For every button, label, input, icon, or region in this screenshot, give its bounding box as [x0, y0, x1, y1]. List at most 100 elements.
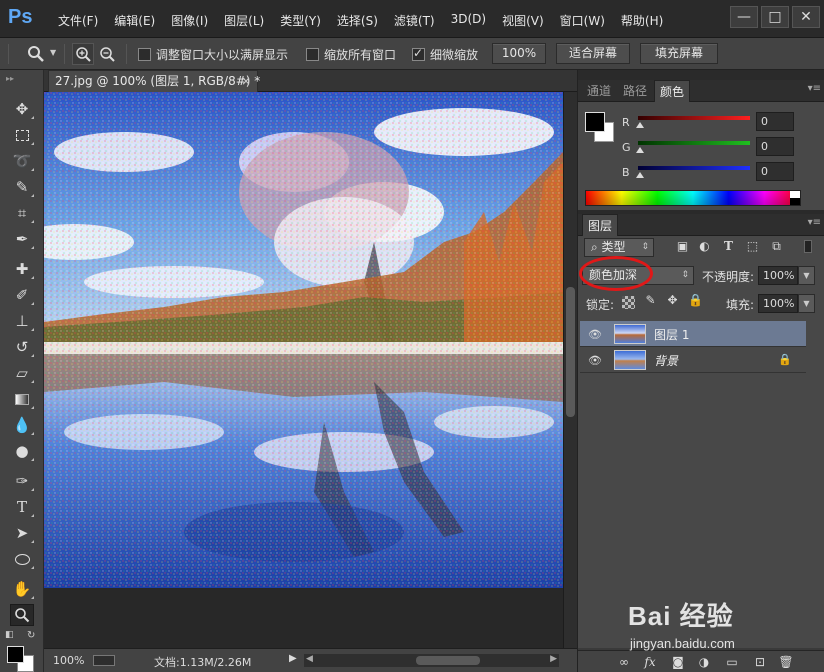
color-spectrum-ramp[interactable]	[585, 190, 801, 206]
swap-colors-icon[interactable]: ↻	[27, 630, 35, 641]
healing-brush-tool-icon[interactable]: ✚	[10, 258, 34, 280]
visibility-eye-icon[interactable]: 👁	[588, 354, 602, 367]
filter-toggle-switch[interactable]	[804, 240, 812, 253]
dodge-tool-icon[interactable]: ●	[10, 440, 34, 462]
zoom-level[interactable]: 100%	[53, 654, 84, 667]
green-value[interactable]: 0	[756, 137, 794, 156]
menu-filter[interactable]: 滤镜(T)	[386, 12, 443, 29]
zoom-tool-preset-icon[interactable]	[26, 44, 46, 64]
lock-position-icon[interactable]: ✥	[666, 294, 679, 307]
lock-all-icon[interactable]: 🔒	[688, 294, 703, 307]
type-filter-icon[interactable]: T	[722, 240, 735, 253]
lock-transparent-pixels-icon[interactable]	[622, 296, 635, 309]
pen-tool-icon[interactable]: ✑	[10, 470, 34, 492]
lasso-tool-icon[interactable]: ➰	[10, 150, 34, 172]
mask-icon[interactable]: ◙	[670, 654, 686, 670]
vertical-scrollbar[interactable]	[563, 92, 577, 648]
brush-tool-icon[interactable]: ✐	[10, 284, 34, 306]
blur-tool-icon[interactable]: 💧	[10, 414, 34, 436]
layer-row-background[interactable]: 👁 背景 🔒	[580, 347, 806, 373]
menu-type[interactable]: 类型(Y)	[272, 12, 329, 29]
fit-screen-button[interactable]: 适合屏幕	[556, 43, 630, 64]
visibility-eye-icon[interactable]: 👁	[588, 328, 602, 341]
tab-paths[interactable]: 路径	[618, 80, 652, 102]
pixel-filter-icon[interactable]: ▣	[676, 240, 689, 253]
default-colors-icon[interactable]: ◧	[5, 630, 14, 640]
status-menu-arrow-icon[interactable]: ▶	[289, 653, 297, 664]
blue-value[interactable]: 0	[756, 162, 794, 181]
zoom-out-button[interactable]	[96, 43, 118, 65]
clone-stamp-tool-icon[interactable]: ⊥	[10, 310, 34, 332]
trash-icon[interactable]: 🗑	[778, 654, 794, 670]
layer-name[interactable]: 背景	[654, 352, 678, 369]
red-slider-knob[interactable]	[636, 122, 644, 128]
path-select-tool-icon[interactable]: ➤	[10, 522, 34, 544]
green-slider-knob[interactable]	[636, 147, 644, 153]
shape-filter-icon[interactable]: ⬚	[746, 240, 759, 253]
marquee-tool-icon[interactable]	[10, 124, 34, 146]
blue-slider[interactable]	[638, 166, 750, 170]
link-icon[interactable]: ∞	[616, 654, 632, 670]
chevron-down-icon[interactable]: ▼	[50, 48, 56, 57]
checkbox-box[interactable]	[138, 48, 151, 61]
tab-color[interactable]: 颜色	[654, 80, 691, 102]
red-value[interactable]: 0	[756, 112, 794, 131]
menu-layer[interactable]: 图层(L)	[216, 12, 272, 29]
resize-windows-checkbox[interactable]: 调整窗口大小以满屏显示	[138, 46, 288, 63]
crop-tool-icon[interactable]: ⌗	[10, 202, 34, 224]
panel-menu-icon[interactable]: ▾≡	[808, 83, 821, 94]
fill-screen-button[interactable]: 填充屏幕	[640, 43, 718, 64]
panel-menu-icon[interactable]: ▾≡	[808, 217, 821, 228]
blend-mode-select[interactable]: 颜色加深 ⇕	[582, 266, 694, 285]
menu-window[interactable]: 窗口(W)	[552, 12, 613, 29]
layer-row-layer1[interactable]: 👁 图层 1	[580, 321, 806, 347]
zoom-tool-icon[interactable]	[10, 604, 34, 626]
menu-select[interactable]: 选择(S)	[329, 12, 386, 29]
zoom-all-windows-checkbox[interactable]: 缩放所有窗口	[306, 46, 396, 63]
gradient-tool-icon[interactable]	[10, 388, 34, 410]
lock-image-pixels-icon[interactable]: ✎	[644, 294, 657, 307]
layer-name[interactable]: 图层 1	[654, 326, 689, 343]
eraser-tool-icon[interactable]: ▱	[10, 362, 34, 384]
move-tool-icon[interactable]: ✥	[10, 98, 34, 120]
menu-help[interactable]: 帮助(H)	[613, 12, 671, 29]
layer-filter-kind-select[interactable]: ⌕ 类型 ⇕	[584, 238, 654, 257]
new-layer-icon[interactable]: ⊡	[752, 654, 768, 670]
eyedropper-tool-icon[interactable]: ✒	[10, 228, 34, 250]
document-tab[interactable]: 27.jpg @ 100% (图层 1, RGB/8#) * ×	[48, 70, 260, 92]
minimize-button[interactable]: —	[730, 6, 758, 28]
scroll-thumb[interactable]	[416, 656, 480, 665]
collapse-arrows-icon[interactable]: ▸▸	[6, 74, 14, 83]
scroll-right-icon[interactable]: ▶	[550, 654, 557, 664]
ellipse-tool-icon[interactable]	[10, 548, 34, 570]
foreground-color-chip[interactable]	[585, 112, 605, 132]
tab-channels[interactable]: 通道	[582, 80, 616, 102]
black-white-swatch[interactable]	[790, 191, 800, 205]
group-folder-icon[interactable]: ▭	[724, 654, 740, 670]
menu-edit[interactable]: 编辑(E)	[106, 12, 163, 29]
zoom-in-button[interactable]	[72, 43, 94, 65]
checkbox-box[interactable]	[306, 48, 319, 61]
image-canvas[interactable]	[44, 92, 563, 588]
panel-grip[interactable]	[578, 70, 824, 80]
blue-slider-knob[interactable]	[636, 172, 644, 178]
actual-pixels-button[interactable]: 100%	[492, 43, 546, 64]
adjustment-filter-icon[interactable]: ◐	[698, 240, 711, 253]
scroll-thumb[interactable]	[566, 287, 575, 417]
menu-image[interactable]: 图像(I)	[163, 12, 216, 29]
menu-view[interactable]: 视图(V)	[494, 12, 552, 29]
adjustment-icon[interactable]: ◑	[696, 654, 712, 670]
smart-object-filter-icon[interactable]: ⧉	[770, 240, 783, 253]
opacity-field[interactable]: 100%	[758, 266, 798, 285]
menu-3d[interactable]: 3D(D)	[443, 12, 494, 29]
red-slider[interactable]	[638, 116, 750, 120]
type-tool-icon[interactable]: T	[10, 496, 34, 518]
foreground-color-swatch[interactable]	[7, 646, 24, 663]
tab-layers[interactable]: 图层	[582, 214, 619, 236]
maximize-button[interactable]: □	[761, 6, 789, 28]
green-slider[interactable]	[638, 141, 750, 145]
opacity-dropdown-arrow-icon[interactable]: ▼	[798, 266, 815, 285]
horizontal-scrollbar[interactable]: ◀ ▶	[304, 654, 559, 667]
scrubby-zoom-checkbox[interactable]: 细微缩放	[412, 46, 478, 63]
history-brush-tool-icon[interactable]: ↺	[10, 336, 34, 358]
